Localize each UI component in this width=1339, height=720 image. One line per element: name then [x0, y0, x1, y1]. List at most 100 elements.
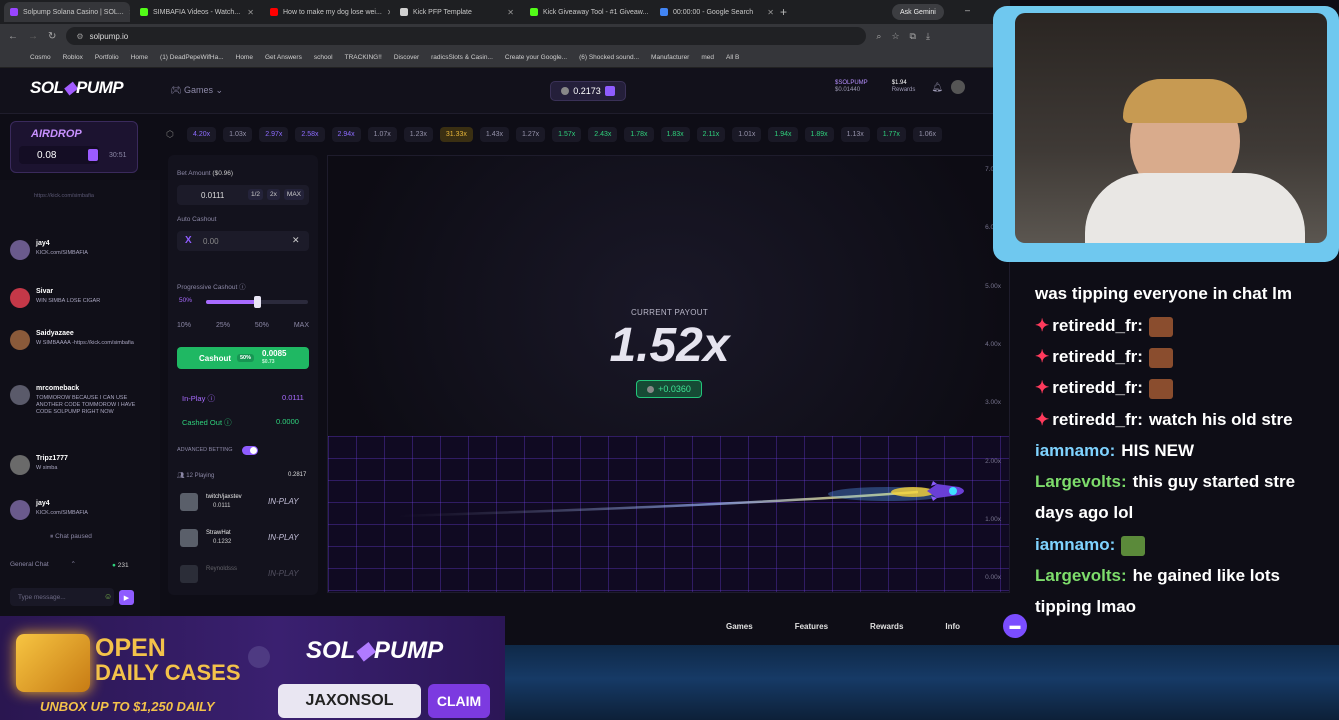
extensions-icon[interactable]: ⧉	[910, 31, 916, 42]
solpump-logo[interactable]: SOL◆PUMP	[30, 78, 124, 98]
bookmark-item[interactable]: med	[701, 54, 714, 61]
chat-avatar[interactable]	[10, 455, 30, 475]
bookmark-item[interactable]: Get Answers	[265, 54, 302, 61]
bookmark-item[interactable]: Home	[236, 54, 253, 61]
multiplier-chip: 1.01x	[732, 126, 762, 142]
tab-favicon-icon	[530, 8, 538, 16]
progressive-slider-handle[interactable]	[254, 296, 261, 308]
footer-nav-item[interactable]: Features	[795, 622, 828, 631]
chat-username[interactable]: jay4	[36, 240, 50, 247]
browser-tab[interactable]: 00:00:00 - Google Search ✕	[654, 2, 780, 22]
minimize-icon[interactable]: –	[965, 5, 970, 15]
chat-message-text: WIN SIMBA LOSE CIGAR	[36, 298, 101, 304]
airdrop-widget[interactable]: AIRDROP 0.08 30:51	[10, 121, 138, 173]
tab-favicon-icon	[140, 8, 148, 16]
zoom-icon[interactable]: ⌕	[876, 31, 881, 42]
progressive-pct-option[interactable]: 50%	[255, 322, 269, 329]
player-name: Reynoldsss	[206, 566, 238, 572]
tab-close-icon[interactable]: ✕	[767, 8, 774, 17]
multiplier-chip: 2.97x	[259, 126, 289, 142]
token-price[interactable]: $SOLPUMP $0.01440	[835, 80, 868, 94]
send-button[interactable]: ▶	[119, 590, 134, 605]
banner-brand-logo: SOL◆PUMP	[306, 636, 443, 665]
rewards-button[interactable]: $1.94 Rewards	[892, 80, 916, 94]
bookmark-item[interactable]: Cosmo	[30, 54, 51, 61]
progressive-pct-option[interactable]: 25%	[216, 322, 230, 329]
footer-nav-item[interactable]: Games	[726, 622, 753, 631]
chevron-down-icon: ⌄	[215, 85, 224, 95]
chat-channel-select[interactable]: General Chat ⌃	[10, 560, 95, 574]
chat-avatar[interactable]	[10, 500, 30, 520]
bookmark-item[interactable]: school	[314, 54, 333, 61]
tab-close-icon[interactable]: ✕	[507, 8, 514, 17]
chat-username[interactable]: Saidyazaee	[36, 330, 74, 337]
site-info-icon[interactable]: ⚙	[76, 32, 83, 41]
chat-username[interactable]: jay4	[36, 500, 50, 507]
progressive-pct-option[interactable]: 10%	[177, 322, 191, 329]
bookmark-item[interactable]: TRACKING!!	[345, 54, 382, 61]
notification-bell-icon[interactable]: 🔔︎	[931, 82, 942, 93]
chat-avatar[interactable]	[10, 385, 30, 405]
bookmark-item[interactable]: Manufacturer	[651, 54, 689, 61]
advanced-betting-toggle[interactable]	[242, 446, 258, 455]
tab-close-icon[interactable]: ✕	[129, 8, 130, 17]
promo-code-field[interactable]: JAXONSOL	[278, 684, 421, 718]
chat-avatar[interactable]	[10, 288, 30, 308]
progressive-slider[interactable]	[206, 296, 308, 308]
ask-gemini-button[interactable]: Ask Gemini	[892, 4, 944, 20]
chat-bubble-button[interactable]: ▬	[1003, 614, 1027, 638]
bookmark-item[interactable]: Portfolio	[95, 54, 119, 61]
bookmark-item[interactable]: radicsSlots & Casin...	[431, 54, 493, 61]
new-tab-button[interactable]: +	[780, 5, 787, 19]
bookmark-item[interactable]: (6) Shocked sound...	[579, 54, 639, 61]
bookmark-item[interactable]: (1) DeadPepeWifHa...	[160, 54, 224, 61]
chat-username[interactable]: Tripz1777	[36, 455, 68, 462]
forward-icon[interactable]: →	[28, 31, 38, 42]
chat-username[interactable]: mrcomeback	[36, 385, 79, 392]
browser-tab[interactable]: Solpump Solana Casino | SOL... ✕	[4, 2, 130, 22]
clear-icon[interactable]: ✕	[292, 235, 300, 246]
footer-nav-item[interactable]: Info	[945, 622, 960, 631]
half-button[interactable]: 1/2	[248, 189, 264, 200]
max-button[interactable]: MAX	[283, 189, 305, 200]
cashout-value: 0.0085	[262, 349, 287, 358]
browser-tab[interactable]: SIMBAFIA Videos - Watch... ✕	[134, 2, 260, 22]
tab-close-icon[interactable]: ✕	[387, 8, 390, 17]
cashout-button[interactable]: Cashout 50% 0.0085 $0.73	[177, 347, 309, 369]
emoji-icon[interactable]: ☺	[104, 592, 112, 601]
games-menu-button[interactable]: 🎮︎ Games ⌄	[170, 85, 223, 96]
bookmark-item[interactable]: Home	[131, 54, 148, 61]
back-icon[interactable]: ←	[8, 31, 18, 42]
download-icon[interactable]: ⤓	[926, 31, 930, 42]
bookmark-star-icon[interactable]: ☆	[891, 31, 899, 42]
footer-nav-item[interactable]: Rewards	[870, 622, 903, 631]
reload-icon[interactable]: ↻	[48, 31, 56, 42]
wallet-icon[interactable]	[604, 86, 615, 96]
bookmark-item[interactable]: Discover	[394, 54, 419, 61]
chat-avatar[interactable]	[10, 330, 30, 350]
bookmark-item[interactable]: Roblox	[63, 54, 83, 61]
progressive-pct-option[interactable]: MAX	[294, 322, 309, 329]
auto-cashout-value: 0.00	[203, 236, 219, 246]
player-avatar	[180, 565, 198, 583]
claim-button[interactable]: CLAIM	[428, 684, 490, 718]
bookmark-item[interactable]: Create your Google...	[505, 54, 567, 61]
url-field[interactable]: ⚙ solpump.io	[66, 27, 867, 45]
balance-display[interactable]: 0.2173	[550, 81, 626, 101]
banner-unbox-text: UNBOX UP TO $1,250 DAILY	[40, 699, 215, 714]
browser-tab[interactable]: Kick PFP Template ✕	[394, 2, 520, 22]
online-count: ● 231	[112, 562, 129, 569]
chat-input[interactable]: Type message...	[10, 588, 114, 606]
player-status: IN-PLAY	[268, 569, 299, 578]
auto-cashout-input[interactable]: 0.00	[177, 231, 309, 251]
double-button[interactable]: 2x	[267, 189, 280, 200]
browser-tab[interactable]: Kick Giveaway Tool - #1 Giveaw...✕	[524, 2, 650, 22]
history-icon[interactable]: ⬡	[166, 129, 180, 140]
stream-chat-line: iamnamo: HIS NEW	[1035, 441, 1194, 461]
bookmark-item[interactable]: All B	[726, 54, 739, 61]
tab-close-icon[interactable]: ✕	[247, 8, 254, 17]
browser-tab[interactable]: How to make my dog lose wei... ✕	[264, 2, 390, 22]
chat-username[interactable]: Sivar	[36, 288, 53, 295]
user-avatar[interactable]	[950, 80, 965, 94]
chat-avatar[interactable]	[10, 240, 30, 260]
